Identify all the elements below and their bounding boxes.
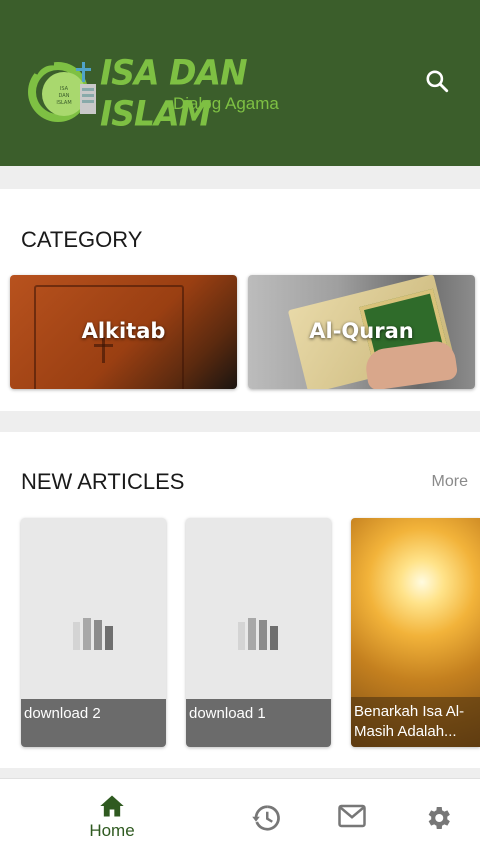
nav-home-label: Home (89, 821, 135, 840)
nav-history[interactable] (246, 779, 286, 853)
article-caption: download 2 (21, 699, 166, 747)
article-caption: download 1 (186, 699, 331, 747)
category-card-al-quran[interactable]: Al-Quran (248, 275, 475, 389)
new-articles-title: NEW ARTICLES (21, 469, 185, 494)
logo-mark-text-1: ISA (60, 86, 69, 92)
nav-home[interactable]: Home (72, 779, 152, 853)
settings-icon (428, 807, 450, 829)
history-icon (252, 805, 280, 831)
home-icon (100, 795, 124, 817)
logo-subtitle: Dialog Agama (173, 94, 279, 113)
article-card[interactable]: download 2 (21, 518, 166, 747)
search-icon (426, 70, 449, 93)
article-card[interactable]: Benarkah Isa Al-Masih Adalah... (351, 518, 480, 747)
logo-mark-text-3: ISLAM (56, 100, 71, 106)
new-articles-section: NEW ARTICLES More download 2 download 1 … (0, 432, 480, 768)
nav-mail[interactable] (332, 779, 372, 853)
search-button[interactable] (418, 62, 456, 100)
placeholder-image-icon (238, 618, 278, 650)
category-title: CATEGORY (21, 227, 143, 252)
nav-settings[interactable] (418, 779, 458, 853)
category-card-alkitab[interactable]: Alkitab (10, 275, 237, 389)
bottom-navigation: Home (0, 778, 480, 853)
article-caption: Benarkah Isa Al-Masih Adalah... (351, 697, 480, 747)
logo-title: ISA DAN ISLAM (100, 52, 248, 134)
app-logo: ISA DAN ISLAM ISA DAN ISLAM Dialog Agama (22, 52, 302, 134)
category-label: Al-Quran (309, 319, 414, 343)
app-header: ISA DAN ISLAM ISA DAN ISLAM Dialog Agama (0, 0, 480, 166)
category-section: CATEGORY Alkitab Al-Quran (0, 189, 480, 411)
logo-mark-icon: ISA DAN ISLAM (28, 62, 96, 122)
article-card[interactable]: download 1 (186, 518, 331, 747)
category-label: Alkitab (81, 319, 166, 343)
more-link[interactable]: More (432, 473, 468, 491)
placeholder-image-icon (73, 618, 113, 650)
mail-icon (338, 804, 366, 828)
logo-mark-text-2: DAN (59, 93, 70, 99)
